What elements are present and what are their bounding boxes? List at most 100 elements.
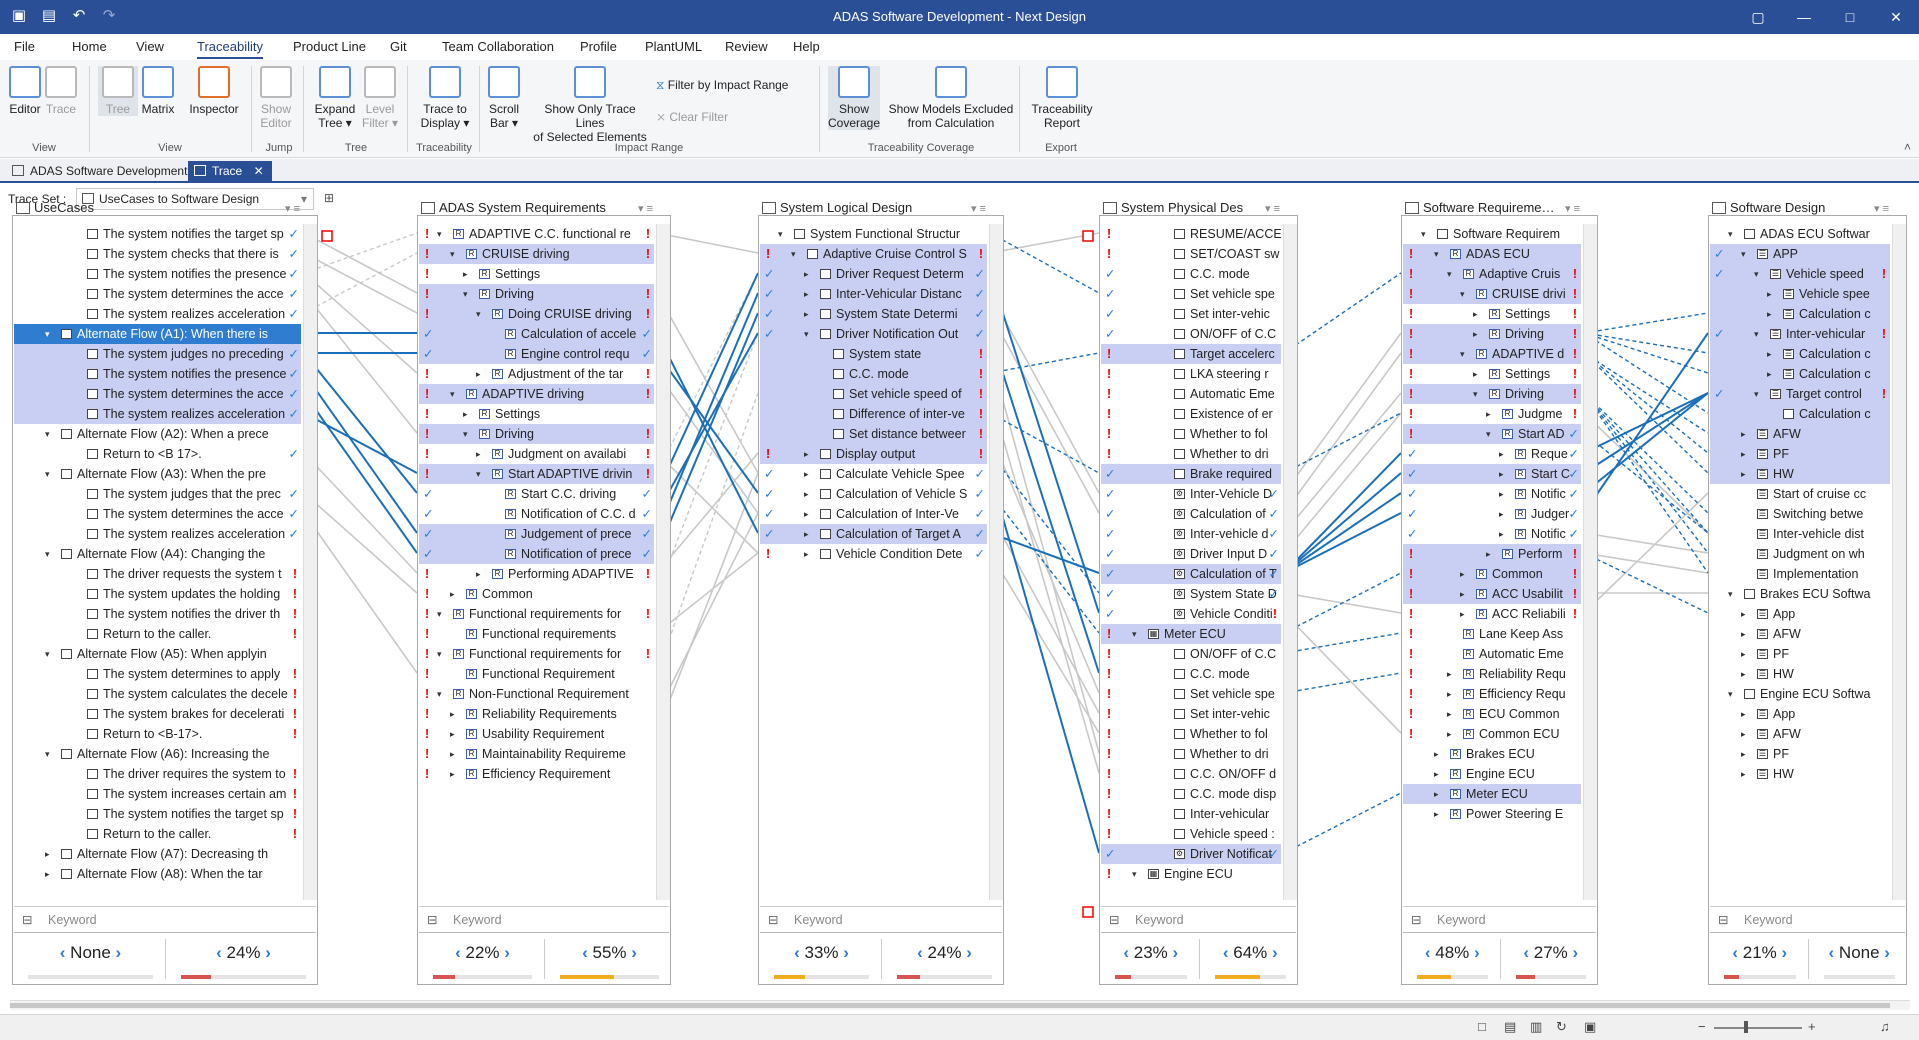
expand-toggle-icon[interactable]: ▸	[1741, 644, 1746, 664]
tree-row[interactable]: ✓ R Notification of C.C. d ✓	[419, 504, 654, 524]
expand-toggle-icon[interactable]: ▸	[1741, 704, 1746, 724]
vertical-scrollbar[interactable]	[1583, 224, 1597, 900]
expand-toggle-icon[interactable]: ▾	[437, 604, 442, 624]
menu-file[interactable]: File	[14, 39, 35, 54]
expand-toggle-icon[interactable]: ▸	[1473, 364, 1478, 384]
expand-toggle-icon[interactable]: ▾	[450, 244, 455, 264]
tree-row[interactable]: ▾ Alternate Flow (A3): When the pre	[14, 464, 301, 484]
tree-row[interactable]: The system judges no preceding ✓	[14, 344, 301, 364]
chevron-left-icon[interactable]: ‹	[794, 943, 804, 962]
chevron-left-icon[interactable]: ‹	[60, 943, 70, 962]
tree-button[interactable]: Tree	[98, 66, 138, 116]
tree-row[interactable]: ▸ ☰ AFW	[1710, 724, 1890, 744]
tree-row[interactable]: ✓ R Judgement of prece ✓	[419, 524, 654, 544]
tree-row[interactable]: ▾ ADAS ECU Softwar	[1710, 224, 1890, 244]
show-coverage-button[interactable]: Show Coverage	[828, 66, 880, 130]
tree-row[interactable]: ! ▸ Display output!	[760, 444, 987, 464]
expand-toggle-icon[interactable]: ▾	[45, 324, 50, 344]
tree-row[interactable]: ! ▾ R Start AD ✓	[1403, 424, 1581, 444]
tree-row[interactable]: ! ▾ R Adaptive Cruis!	[1403, 264, 1581, 284]
tree-row[interactable]: ▸ ☰ AFW	[1710, 624, 1890, 644]
keyword-search-input[interactable]: Keyword	[419, 906, 669, 932]
close-tab-icon[interactable]: ✕	[254, 164, 264, 178]
tree-row[interactable]: The system realizes acceleration ✓	[14, 304, 301, 324]
tree-row[interactable]: ! R Functional requirements	[419, 624, 654, 644]
tree-row[interactable]: ✓ R Start C.C. driving ✓	[419, 484, 654, 504]
tree-row[interactable]: ! ▸ R Judgment on availabi!	[419, 444, 654, 464]
horizontal-scrollbar[interactable]	[10, 1000, 1910, 1010]
chevron-right-icon[interactable]: ›	[1880, 943, 1890, 962]
tree-row[interactable]: ! ▾ R Non-Functional Requirement	[419, 684, 654, 704]
tree-row[interactable]: ! ▾ Adaptive Cruise Control S!	[760, 244, 987, 264]
tree-row[interactable]: ! ▸ R Performing ADAPTIVE!	[419, 564, 654, 584]
expand-toggle-icon[interactable]: ▾	[45, 644, 50, 664]
tree-row[interactable]: ✓ ▾ ☰ Vehicle speed!	[1710, 264, 1890, 284]
tree-row[interactable]: ▾ Alternate Flow (A4): Changing the	[14, 544, 301, 564]
tab-trace[interactable]: Trace ✕	[188, 161, 272, 181]
expand-toggle-icon[interactable]: ▸	[1473, 304, 1478, 324]
expand-toggle-icon[interactable]: ▸	[1486, 544, 1491, 564]
tree-row[interactable]: ! Set inter-vehic	[1101, 704, 1281, 724]
layout-icon[interactable]: □	[1478, 1019, 1486, 1034]
expand-toggle-icon[interactable]: ▸	[1741, 424, 1746, 444]
chevron-left-icon[interactable]: ‹	[1425, 943, 1435, 962]
tree-row[interactable]: ✓ ⚙ Inter-vehicle d ✓	[1101, 524, 1281, 544]
chevron-left-icon[interactable]: ‹	[1829, 943, 1839, 962]
expand-toggle-icon[interactable]: ▾	[1132, 864, 1137, 884]
tree-row[interactable]: The system increases certain am!	[14, 784, 301, 804]
expand-toggle-icon[interactable]: ▸	[450, 764, 455, 784]
keyword-search-input[interactable]: Keyword	[1101, 906, 1296, 932]
tree-row[interactable]: ! ▾ R CRUISE driving!	[419, 244, 654, 264]
zoom-in-icon[interactable]: +	[1808, 1019, 1816, 1034]
expand-toggle-icon[interactable]: ▾	[778, 224, 783, 244]
tree-row[interactable]: C.C. mode!	[760, 364, 987, 384]
chevron-right-icon[interactable]: ›	[1568, 943, 1578, 962]
tree-row[interactable]: ✓ ▸ Calculation of Target A ✓	[760, 524, 987, 544]
tree-row[interactable]: ✓ ▸ R Start C ✓	[1403, 464, 1581, 484]
chevron-right-icon[interactable]: ›	[627, 943, 637, 962]
tree-row[interactable]: ! ▾ R ADAPTIVE C.C. functional re!	[419, 224, 654, 244]
expand-toggle-icon[interactable]: ▸	[463, 404, 468, 424]
minimize-icon[interactable]: —	[1781, 0, 1827, 34]
expand-toggle-icon[interactable]: ▸	[450, 724, 455, 744]
tree-row[interactable]: ✓ ▸ Inter-Vehicular Distanc ✓	[760, 284, 987, 304]
expand-toggle-icon[interactable]: ▾	[463, 424, 468, 444]
tree-row[interactable]: ▸ ☰ HW	[1710, 664, 1890, 684]
tree-row[interactable]: Set vehicle speed of!	[760, 384, 987, 404]
tree-row[interactable]: ! ▾ R Start ADAPTIVE drivin!	[419, 464, 654, 484]
tree-row[interactable]: ! ▸ R Common	[419, 584, 654, 604]
expand-toggle-icon[interactable]: ▸	[1741, 464, 1746, 484]
tree-row[interactable]: ▸ ☰ App	[1710, 704, 1890, 724]
expand-toggle-icon[interactable]: ▾	[1728, 584, 1733, 604]
vertical-scrollbar[interactable]	[1283, 224, 1297, 900]
clear-filter-button[interactable]: ⨯ Clear Filter	[656, 110, 728, 124]
expand-toggle-icon[interactable]: ▸	[476, 364, 481, 384]
expand-toggle-icon[interactable]: ▸	[1447, 724, 1452, 744]
expand-toggle-icon[interactable]: ▾	[45, 744, 50, 764]
expand-toggle-icon[interactable]: ▾	[1473, 384, 1478, 404]
tree-row[interactable]: ! ▸ R Efficiency Requ	[1403, 684, 1581, 704]
tree-row[interactable]: ! ▾ R Driving!	[1403, 384, 1581, 404]
expand-toggle-icon[interactable]: ▸	[45, 844, 50, 864]
tree-row[interactable]: ▾ Alternate Flow (A2): When a prece	[14, 424, 301, 444]
scroll-thumb[interactable]	[10, 1003, 1890, 1008]
tree-row[interactable]: ! ▸ R Settings	[419, 264, 654, 284]
inspector-button[interactable]: Inspector	[186, 66, 242, 116]
tree-row[interactable]: ▸ ☰ Vehicle spee	[1710, 284, 1890, 304]
tree-row[interactable]: ☰ Start of cruise cc	[1710, 484, 1890, 504]
tree-row[interactable]: ▾ Alternate Flow (A5): When applyin	[14, 644, 301, 664]
tree-row[interactable]: ✓ ON/OFF of C.C	[1101, 324, 1281, 344]
expand-toggle-icon[interactable]: ▸	[476, 444, 481, 464]
tree-row[interactable]: ! ▸ R Common!	[1403, 564, 1581, 584]
tree-row[interactable]: ✓ ▸ R Notific ✓	[1403, 524, 1581, 544]
expand-toggle-icon[interactable]: ▸	[476, 564, 481, 584]
tree-row[interactable]: ✓ ▾ ☰ Target control!	[1710, 384, 1890, 404]
panel-menu-icon[interactable]: ▾ ≡	[1265, 202, 1280, 215]
tree-row[interactable]: ! ▸ R Driving!	[1403, 324, 1581, 344]
chevron-right-icon[interactable]: ›	[1777, 943, 1787, 962]
tree-row[interactable]: ! Automatic Eme	[1101, 384, 1281, 404]
layout3-icon[interactable]: ▥	[1530, 1019, 1542, 1035]
tree-row[interactable]: Return to the caller.!	[14, 624, 301, 644]
menu-team-collaboration[interactable]: Team Collaboration	[442, 39, 554, 54]
tree-row[interactable]: The driver requires the system to!	[14, 764, 301, 784]
